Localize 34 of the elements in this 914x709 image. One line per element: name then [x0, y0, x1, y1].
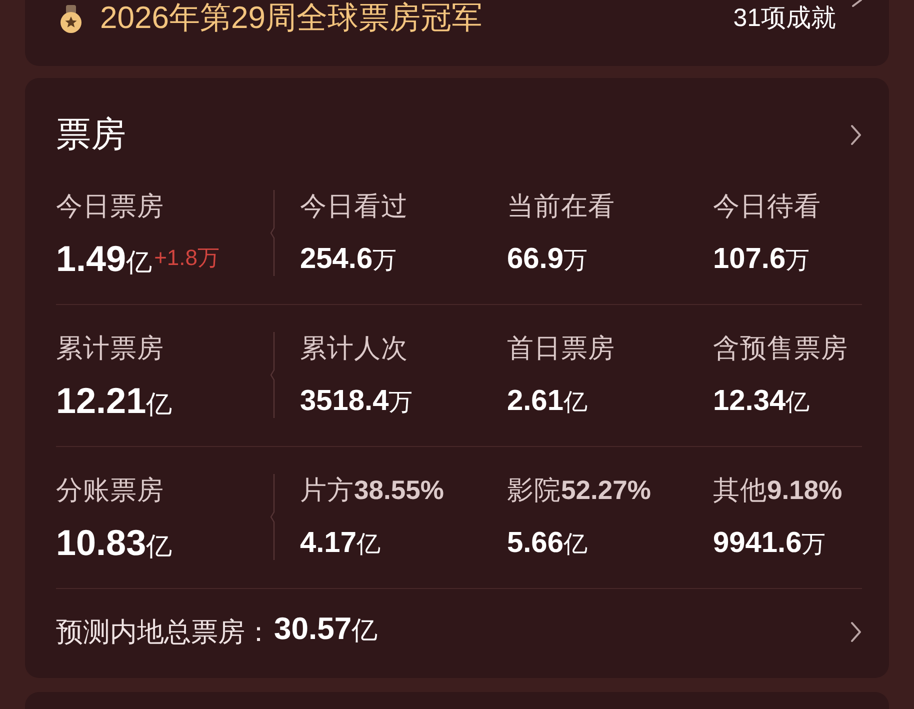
- stat-value: 4.17亿: [300, 526, 380, 561]
- section-title: 票房: [56, 115, 126, 155]
- stat-label: 其他9.18%: [713, 474, 842, 507]
- stat-value: 66.9万: [507, 242, 588, 277]
- achievement-count: 31项成就: [733, 3, 836, 34]
- stat-label: 今日待看: [713, 190, 821, 223]
- stat-label: 片方38.55%: [300, 474, 444, 507]
- stat-label: 首日票房: [507, 332, 615, 365]
- stat-value: 1.49亿: [56, 241, 152, 281]
- stat-label: 含预售票房: [713, 332, 848, 365]
- stat-value: 2.61亿: [507, 384, 588, 419]
- medal-icon: [60, 5, 82, 33]
- stat-value: 3518.4万: [300, 384, 413, 419]
- stat-value: 254.6万: [300, 242, 397, 277]
- chevron-icon[interactable]: [850, 621, 862, 643]
- stat-value: 12.21亿: [56, 383, 172, 423]
- stat-label: 累计人次: [300, 332, 408, 365]
- forecast-label: 预测内地总票房：: [56, 616, 272, 649]
- stat-label: 当前在看: [507, 190, 615, 223]
- change-value: +1.8万: [154, 245, 220, 271]
- stat-value: 12.34亿: [713, 384, 810, 419]
- stat-label: 今日票房: [56, 190, 164, 223]
- stat-value: 10.83亿: [56, 525, 172, 565]
- stat-label: 累计票房: [56, 332, 164, 365]
- stat-label: 影院52.27%: [507, 474, 651, 507]
- stat-value: 107.6万: [713, 242, 810, 277]
- stat-value: 9941.6万: [713, 526, 826, 561]
- stat-label: 分账票房: [56, 474, 164, 507]
- stat-value: 5.66亿: [507, 526, 588, 561]
- chevron-icon[interactable]: [852, 0, 862, 7]
- banner-title: 2026年第29周全球票房冠军: [100, 0, 482, 36]
- forecast-value: 30.57亿: [274, 610, 378, 648]
- stat-label: 今日看过: [300, 190, 408, 223]
- chevron-icon[interactable]: [850, 124, 862, 146]
